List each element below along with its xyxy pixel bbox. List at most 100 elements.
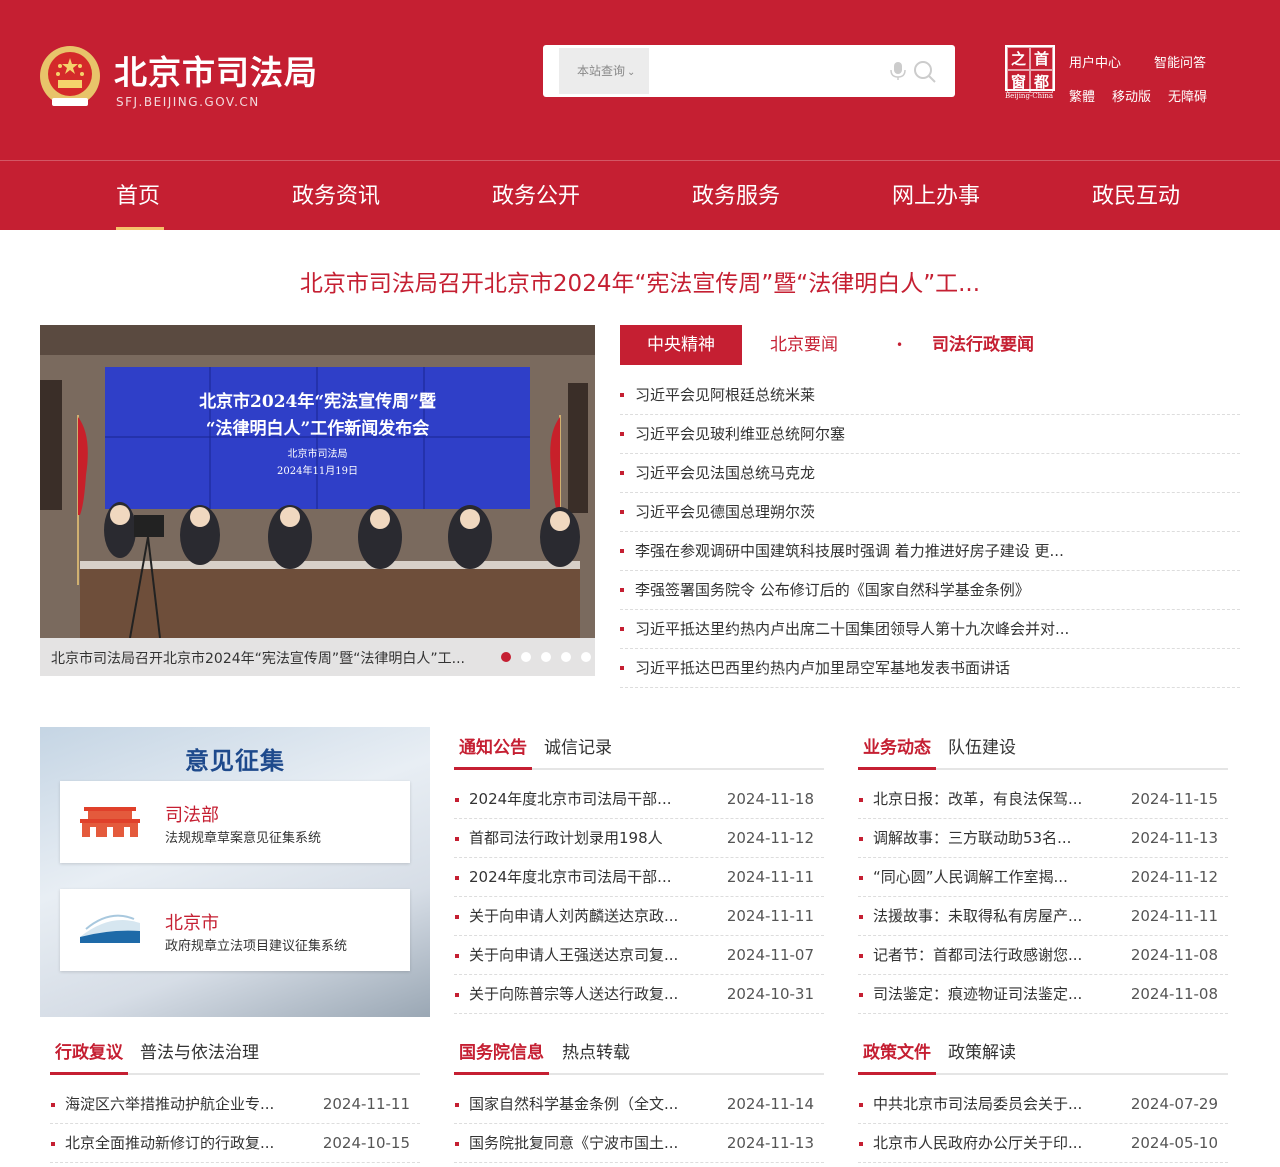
nav-online-affairs[interactable]: 网上办事 <box>892 178 980 210</box>
smart-qa-link[interactable]: 智能问答 <box>1154 52 1206 71</box>
row-title: 2024年度北京市司法局干部... <box>469 868 672 886</box>
table-row[interactable]: 调解故事：三方联动助53名... 2024-11-13 <box>858 819 1228 858</box>
chevron-down-icon: ⌄ <box>627 67 636 78</box>
table-row[interactable]: 2024年度北京市司法局干部... 2024-11-18 <box>454 780 824 819</box>
capital-logo-subtitle: Beijing-China <box>1005 92 1054 100</box>
nav-public-interaction[interactable]: 政民互动 <box>1092 178 1180 210</box>
tab-policy-documents[interactable]: 政策文件 <box>858 1033 936 1075</box>
search-icon[interactable] <box>913 60 937 84</box>
nav-government-services[interactable]: 政务服务 <box>692 178 780 210</box>
header-divider <box>0 160 1280 161</box>
slide-dot-2[interactable] <box>521 652 531 662</box>
search-box: 本站查询 ⌄ <box>543 45 955 97</box>
table-row[interactable]: 关于向陈普宗等人送达行政复... 2024-10-31 <box>454 975 824 1014</box>
capital-window-logo[interactable]: 之 首 窗 都 Beijing-China <box>1005 45 1059 101</box>
microphone-icon[interactable] <box>889 61 907 81</box>
row-title: 关于向申请人王强送达京司复... <box>469 946 679 964</box>
nav-government-disclosure[interactable]: 政务公开 <box>492 178 580 210</box>
list-item[interactable]: 习近平会见阿根廷总统米莱 <box>620 376 1240 415</box>
list-item[interactable]: 李强签署国务院令 公布修订后的《国家自然科学基金条例》 <box>620 571 1240 610</box>
slide-dot-3[interactable] <box>541 652 551 662</box>
row-title: 海淀区六举措推动护航企业专... <box>65 1095 275 1113</box>
tab-state-council-info[interactable]: 国务院信息 <box>454 1033 549 1075</box>
tab-team-building[interactable]: 队伍建设 <box>948 728 1016 770</box>
review-list: 海淀区六举措推动护航企业专... 2024-11-11 北京全面推动新修订的行政复… <box>50 1085 420 1163</box>
search-input[interactable] <box>653 51 873 91</box>
table-row[interactable]: 国务院批复同意《宁波市国土... 2024-11-13 <box>454 1124 824 1163</box>
tab-business-updates[interactable]: 业务动态 <box>858 728 936 770</box>
nav-government-news[interactable]: 政务资讯 <box>292 178 380 210</box>
table-row[interactable]: 关于向申请人王强送达京司复... 2024-11-07 <box>454 936 824 975</box>
table-row[interactable]: 海淀区六举措推动护航企业专... 2024-11-11 <box>50 1085 420 1124</box>
state-council-list: 国家自然科学基金条例（全文... 2024-11-14 国务院批复同意《宁波市国土… <box>454 1085 824 1163</box>
table-row[interactable]: 首都司法行政计划录用198人 2024-11-12 <box>454 819 824 858</box>
table-row[interactable]: 法援故事：未取得私有房屋产... 2024-11-11 <box>858 897 1228 936</box>
list-item[interactable]: 李强在参观调研中国建筑科技展时强调 着力推进好房子建设 更... <box>620 532 1240 571</box>
table-row[interactable]: 中共北京市司法局委员会关于... 2024-07-29 <box>858 1085 1228 1124</box>
tab-separator-dot: • <box>896 338 904 352</box>
table-row[interactable]: 北京日报：改革，有良法保驾... 2024-11-15 <box>858 780 1228 819</box>
business-tabs: 业务动态 队伍建设 <box>858 728 1228 770</box>
row-title: 调解故事：三方联动助53名... <box>873 829 1072 847</box>
tab-policy-interpretation[interactable]: 政策解读 <box>948 1033 1016 1075</box>
tab-notices[interactable]: 通知公告 <box>454 728 532 770</box>
row-title: 北京日报：改革，有良法保驾... <box>873 790 1083 808</box>
nav-home[interactable]: 首页 <box>116 178 160 210</box>
list-item[interactable]: 习近平会见德国总理朔尔茨 <box>620 493 1240 532</box>
national-emblem-icon[interactable] <box>38 44 102 110</box>
tab-judicial-news[interactable]: 司法行政要闻 <box>932 325 1034 365</box>
row-date: 2024-11-07 <box>726 946 814 964</box>
search-scope-select[interactable]: 本站查询 ⌄ <box>559 48 649 94</box>
opinion-collection-panel: 意见征集 司法部 法规规章草案意见征集系统 北京市 政府规章立法项目建议征集系统 <box>40 727 430 1017</box>
traditional-chinese-link[interactable]: 繁體 <box>1069 86 1095 105</box>
ministry-justice-card[interactable]: 司法部 法规规章草案意见征集系统 <box>60 781 410 863</box>
list-item[interactable]: 习近平抵达里约热内卢出席二十国集团领导人第十九次峰会并对... <box>620 610 1240 649</box>
table-row[interactable]: 关于向申请人刘芮麟送达京政... 2024-11-11 <box>454 897 824 936</box>
slide-caption[interactable]: 北京市司法局召开北京市2024年“宪法宣传周”暨“法律明白人”工... <box>51 648 541 668</box>
row-title: 关于向陈普宗等人送达行政复... <box>469 985 679 1003</box>
tab-administrative-review[interactable]: 行政复议 <box>50 1033 128 1075</box>
user-center-link[interactable]: 用户中心 <box>1069 52 1121 71</box>
tab-beijing-news[interactable]: 北京要闻 <box>770 325 838 365</box>
row-date: 2024-11-12 <box>726 829 814 847</box>
slide-dot-4[interactable] <box>561 652 571 662</box>
news-slideshow[interactable]: 北京市2024年“宪法宣传周”暨 “法律明白人”工作新闻发布会 北京市司法局 2… <box>40 325 595 676</box>
tab-legal-education[interactable]: 普法与依法治理 <box>140 1033 259 1075</box>
slide-dot-1[interactable] <box>501 652 511 662</box>
row-title: 北京全面推动新修订的行政复... <box>65 1134 275 1152</box>
list-item[interactable]: 习近平抵达巴西里约热内卢加里昂空军基地发表书面讲话 <box>620 649 1240 688</box>
slide-dot-5[interactable] <box>581 652 591 662</box>
policy-tabs: 政策文件 政策解读 <box>858 1033 1228 1075</box>
table-row[interactable]: 国家自然科学基金条例（全文... 2024-11-14 <box>454 1085 824 1124</box>
table-row[interactable]: 司法鉴定：痕迹物证司法鉴定... 2024-11-08 <box>858 975 1228 1014</box>
business-list: 北京日报：改革，有良法保驾... 2024-11-15 调解故事：三方联动助53名… <box>858 780 1228 1014</box>
list-item[interactable]: 习近平会见玻利维亚总统阿尔塞 <box>620 415 1240 454</box>
card-title: 司法部 <box>165 805 219 826</box>
row-date: 2024-11-14 <box>726 1095 814 1113</box>
screen-line: 北京市2024年“宪法宣传周”暨 <box>199 392 436 412</box>
row-title: 中共北京市司法局委员会关于... <box>873 1095 1083 1113</box>
policy-list: 中共北京市司法局委员会关于... 2024-07-29 北京市人民政府办公厅关于印… <box>858 1085 1228 1163</box>
site-title[interactable]: 北京市司法局 <box>114 46 318 94</box>
table-row[interactable]: 北京市人民政府办公厅关于印... 2024-05-10 <box>858 1124 1228 1163</box>
table-row[interactable]: 2024年度北京市司法局干部... 2024-11-11 <box>454 858 824 897</box>
tab-credit-records[interactable]: 诚信记录 <box>544 728 612 770</box>
headline-link[interactable]: 北京市司法局召开北京市2024年“宪法宣传周”暨“法律明白人”工... <box>0 264 1280 298</box>
mobile-version-link[interactable]: 移动版 <box>1112 86 1151 105</box>
tab-hot-reposts[interactable]: 热点转载 <box>562 1033 630 1075</box>
tab-central-spirit[interactable]: 中央精神 <box>620 325 742 365</box>
row-date: 2024-11-15 <box>1130 790 1218 808</box>
accessibility-link[interactable]: 无障碍 <box>1168 86 1207 105</box>
table-row[interactable]: 记者节：首都司法行政感谢您... 2024-11-08 <box>858 936 1228 975</box>
row-title: 2024年度北京市司法局干部... <box>469 790 672 808</box>
logo-char: 都 <box>1030 70 1053 93</box>
row-date: 2024-11-13 <box>726 1134 814 1152</box>
table-row[interactable]: “同心圆”人民调解工作室揭... 2024-11-12 <box>858 858 1228 897</box>
row-title: 国务院批复同意《宁波市国土... <box>469 1134 679 1152</box>
table-row[interactable]: 北京全面推动新修订的行政复... 2024-10-15 <box>50 1124 420 1163</box>
beijing-city-card[interactable]: 北京市 政府规章立法项目建议征集系统 <box>60 889 410 971</box>
list-item[interactable]: 习近平会见法国总统马克龙 <box>620 454 1240 493</box>
logo-char: 窗 <box>1007 70 1030 93</box>
screen-line: “法律明白人”工作新闻发布会 <box>205 419 430 439</box>
logo-char: 之 <box>1007 47 1030 70</box>
